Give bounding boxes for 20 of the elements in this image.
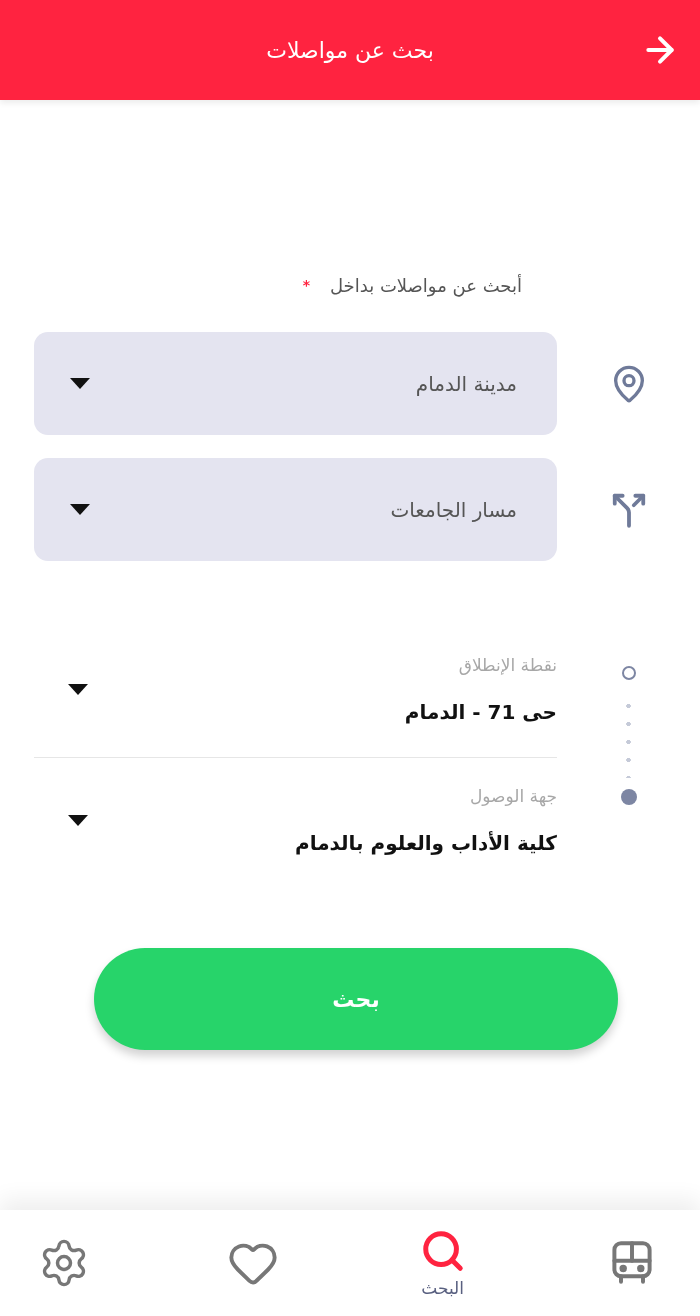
section-label: أبحث عن مواصلات بداخل [329,274,522,296]
location-dropdown[interactable]: نقطة الإنطلاق حى 71 - الدمام [34,627,557,758]
field-value: كلية الأداب والعلوم بالدمام [294,830,557,857]
caret-down-icon [70,504,90,515]
caret-down-icon [70,378,90,389]
field-label: نقطة الإنطلاق [457,654,557,677]
required-asterisk: * [302,277,310,293]
nav-tab[interactable]: البحث [402,1215,483,1311]
tab-label: البحث [421,1278,465,1298]
destination-dot-icon [620,789,637,805]
dropdown[interactable]: مسار الجامعات [34,458,557,561]
page-title: بحث عن مواصلات [265,37,435,63]
location-dropdown[interactable]: جهة الوصول كلية الأداب والعلوم بالدمام [34,758,557,888]
field-value: حى 71 - الدمام [404,699,557,726]
caret-down-icon [68,815,88,826]
origin-ring-icon [621,666,636,680]
caret-down-icon [68,684,88,695]
dropdown[interactable]: مدينة الدمام [34,332,557,435]
field-label: جهة الوصول [468,785,557,809]
bus-icon [612,1241,652,1285]
